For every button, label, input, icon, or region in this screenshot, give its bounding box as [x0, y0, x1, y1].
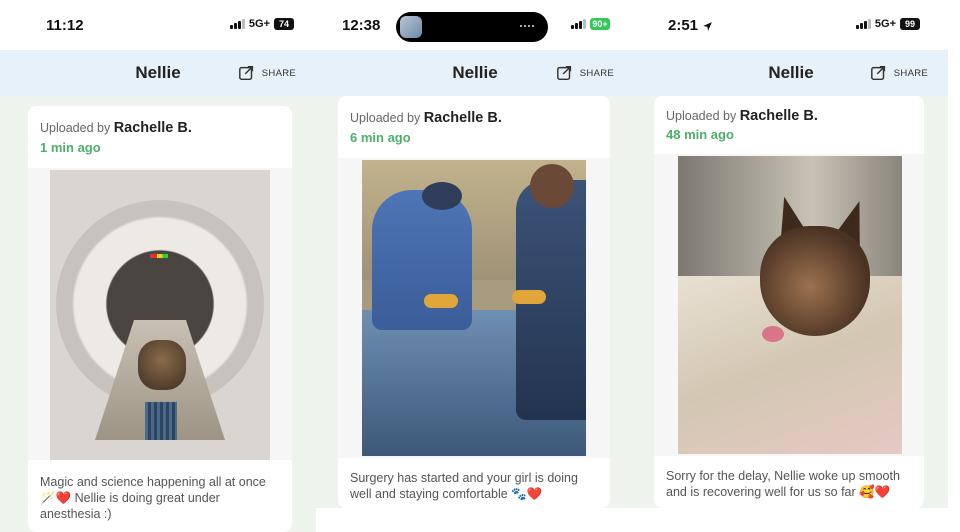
battery-icon: 74	[274, 18, 294, 30]
app-header: Nellie SHARE	[0, 50, 316, 96]
dynamic-island[interactable]	[396, 12, 548, 42]
status-bar: 2:51 5G+ 99	[634, 0, 960, 50]
post-time-ago: 48 min ago	[666, 127, 734, 142]
uploaded-by-prefix: Uploaded by	[350, 111, 421, 125]
signal-icon	[571, 19, 586, 29]
uploaded-by-prefix: Uploaded by	[666, 109, 737, 123]
uploader-name: Rachelle B.	[423, 110, 502, 126]
signal-icon	[855, 19, 871, 29]
uploader-line: Uploaded by Rachelle B.	[666, 108, 818, 124]
share-button[interactable]: SHARE	[556, 64, 614, 82]
post-time-ago: 1 min ago	[40, 140, 101, 155]
uploader-line: Uploaded by Rachelle B.	[350, 110, 502, 126]
phone-screen-1: 11:12 5G+ 74 Nellie SHARE Uploaded by Ra…	[0, 0, 316, 532]
post-photo[interactable]	[362, 160, 586, 456]
status-time: 12:38	[342, 17, 381, 34]
status-bar: 11:12 5G+ 74	[0, 0, 316, 50]
phone-screen-3: 2:51 5G+ 99 Nellie SHARE Uploaded by Rac…	[634, 0, 960, 532]
uploader-name: Rachelle B.	[739, 108, 818, 124]
share-icon	[556, 65, 571, 81]
phone-screen-2: 12:38 90+ Nellie SHARE Uploaded by Rache…	[316, 0, 634, 532]
photo-container	[338, 158, 610, 458]
post-card[interactable]: Uploaded by Rachelle B. 6 min ago Surger…	[338, 96, 610, 508]
status-time: 2:51	[668, 17, 713, 34]
app-header: Nellie SHARE	[316, 50, 634, 96]
post-caption: Sorry for the delay, Nellie woke up smoo…	[666, 469, 900, 499]
share-button[interactable]: SHARE	[238, 64, 296, 82]
share-icon	[870, 65, 885, 81]
status-bar: 12:38 90+	[316, 0, 634, 50]
app-header: Nellie SHARE	[634, 50, 948, 96]
battery-icon: 90+	[590, 18, 610, 30]
status-indicators: 5G+ 99	[855, 18, 920, 30]
post-photo[interactable]	[50, 170, 270, 460]
now-playing-thumbnail	[400, 16, 422, 38]
share-label: SHARE	[579, 67, 614, 79]
uploaded-by-prefix: Uploaded by	[40, 121, 111, 135]
page-title: Nellie	[135, 63, 181, 82]
audio-wave-icon	[520, 25, 534, 29]
share-button[interactable]: SHARE	[870, 64, 928, 82]
post-time-ago: 6 min ago	[350, 130, 411, 145]
signal-icon	[229, 19, 245, 29]
uploader-name: Rachelle B.	[113, 120, 192, 136]
status-indicators: 5G+ 74	[229, 18, 294, 30]
page-title: Nellie	[768, 63, 814, 82]
status-time-text: 2:51	[668, 17, 699, 34]
share-label: SHARE	[893, 67, 928, 79]
battery-icon: 99	[900, 18, 920, 30]
post-caption: Magic and science happening all at once …	[40, 475, 266, 521]
post-card[interactable]: Uploaded by Rachelle B. 1 min ago Magic …	[28, 106, 292, 532]
photo-container	[654, 154, 924, 456]
status-indicators: 90+	[571, 18, 610, 30]
share-label: SHARE	[261, 67, 296, 79]
share-icon	[238, 65, 253, 81]
post-photo[interactable]	[678, 156, 902, 454]
page-title: Nellie	[452, 63, 498, 82]
network-label: 5G+	[874, 18, 896, 30]
location-arrow-icon	[703, 21, 713, 31]
uploader-line: Uploaded by Rachelle B.	[40, 120, 192, 136]
status-time: 11:12	[46, 17, 84, 34]
network-label: 5G+	[248, 18, 270, 30]
photo-container	[28, 168, 292, 460]
post-card[interactable]: Uploaded by Rachelle B. 48 min ago Sorry…	[654, 96, 924, 508]
post-caption: Surgery has started and your girl is doi…	[350, 471, 578, 501]
